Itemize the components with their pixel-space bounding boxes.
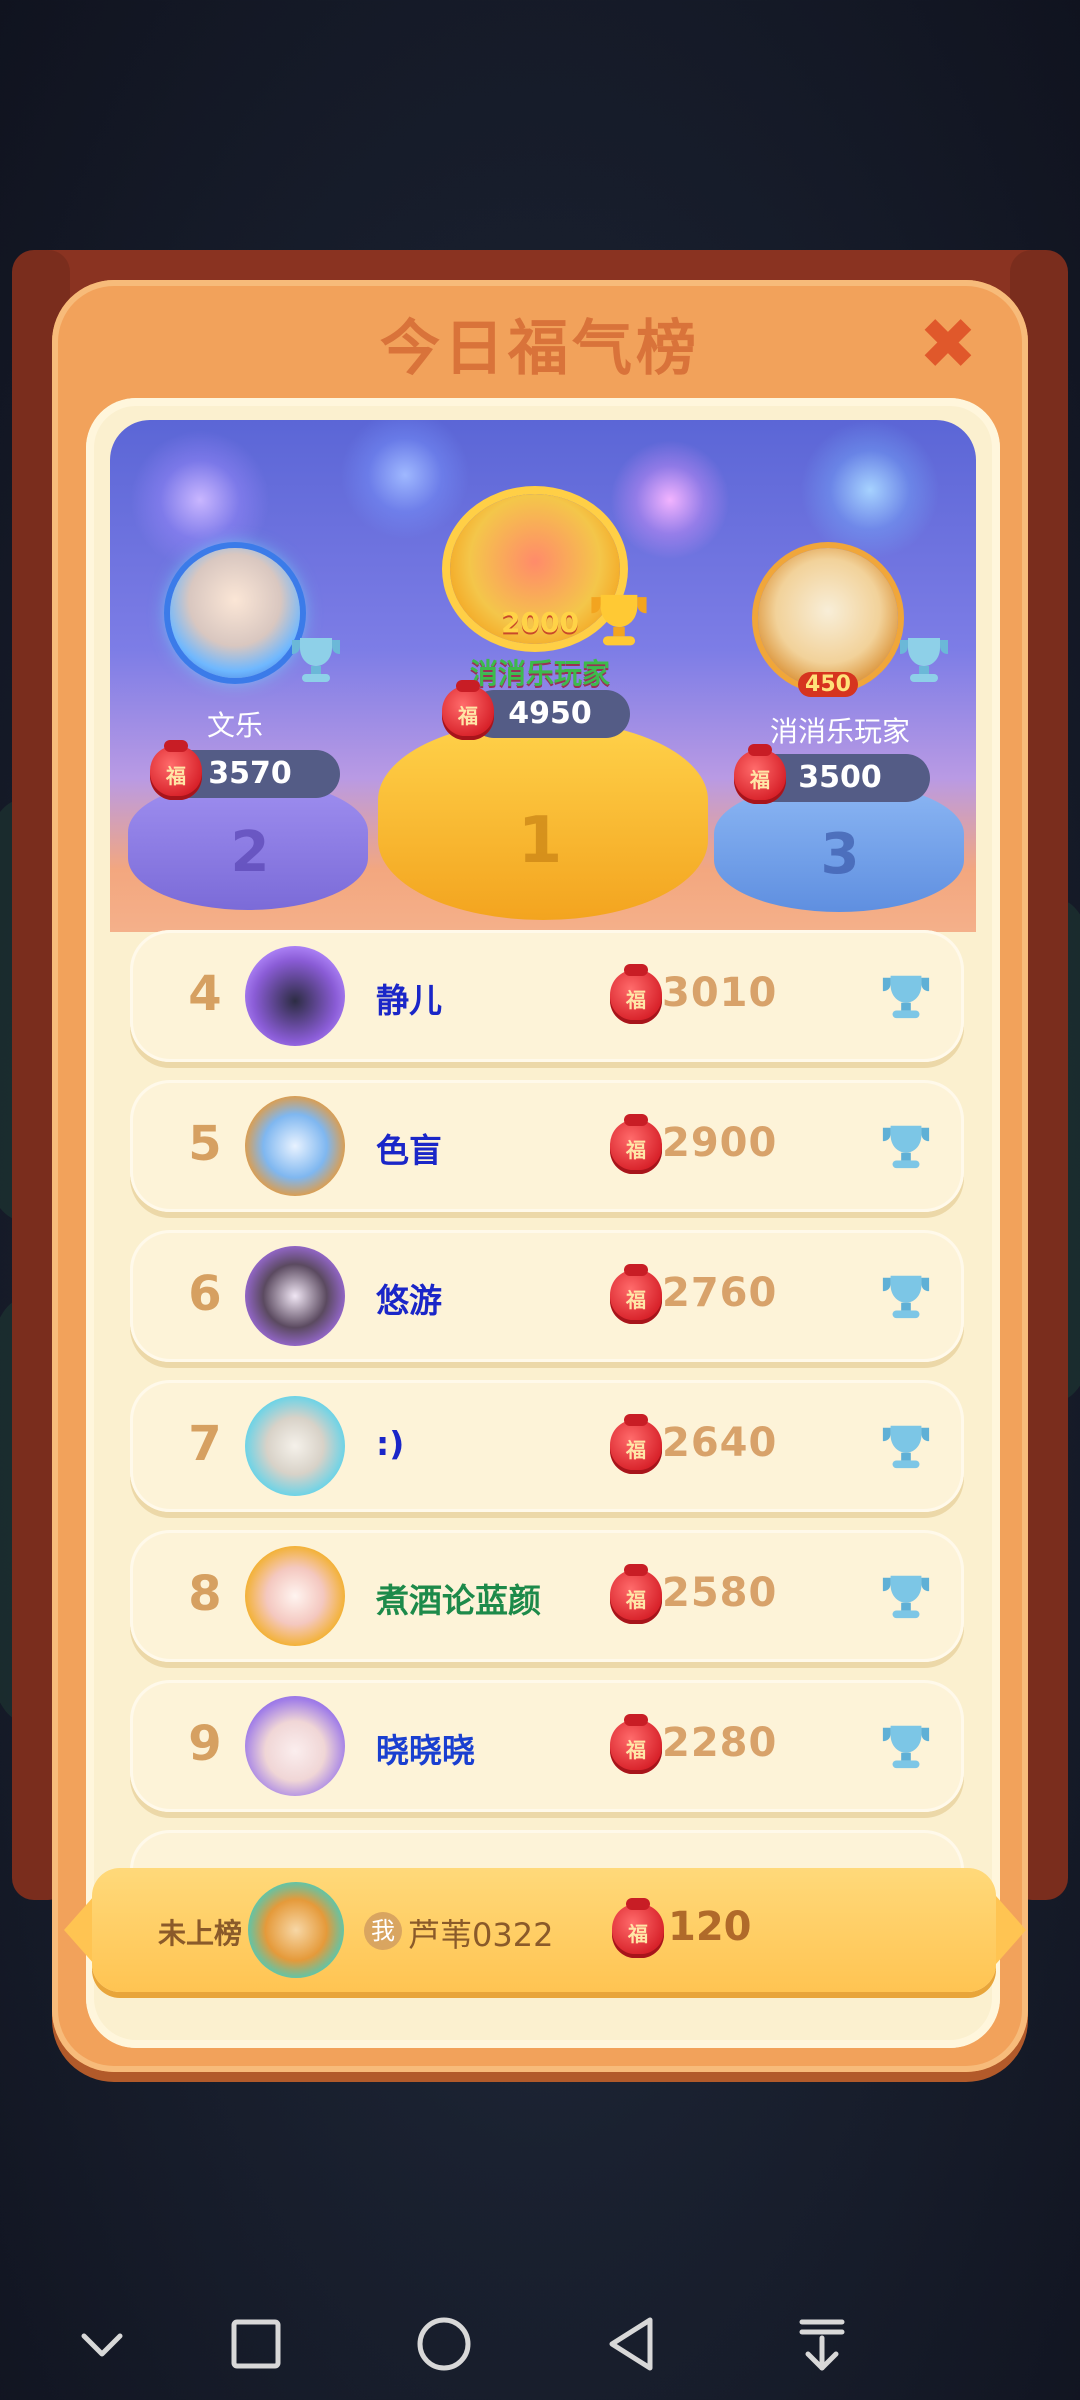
row-rank: 9 [188, 1716, 222, 1772]
row-rank: 7 [188, 1416, 222, 1472]
row-avatar[interactable] [245, 1396, 345, 1496]
fu-bag-icon: 福 [610, 1564, 662, 1624]
my-name: 芦苇0322 [408, 1916, 554, 1954]
row-name: 晓晓晓 [376, 1731, 475, 1770]
pedestal-first-number: 1 [517, 804, 563, 878]
leaderboard-row[interactable]: 9 晓晓晓 福 2280 [130, 1680, 964, 1812]
row-score: 3010 [662, 970, 778, 1016]
firework-decoration [610, 440, 730, 560]
row-rank: 6 [188, 1266, 222, 1322]
square-icon[interactable] [224, 2312, 288, 2376]
firework-decoration [800, 420, 940, 560]
chevron-down-icon[interactable] [70, 2312, 134, 2376]
row-avatar[interactable] [245, 1096, 345, 1196]
podium-score-third: 3500 [798, 760, 882, 795]
trophy-icon [591, 594, 647, 646]
my-rank-bar-right-arrow [996, 1896, 1026, 1964]
fu-bag-icon: 福 [610, 1264, 662, 1324]
podium-stage: 2 1 3 文乐 3570 福 2000 消消乐玩家 4950 福 450 消消… [110, 420, 976, 932]
fu-bag-icon: 福 [610, 1414, 662, 1474]
row-rank: 5 [188, 1116, 222, 1172]
fu-bag-icon: 福 [610, 1714, 662, 1774]
leaderboard-row[interactable]: 7 :) 福 2640 [130, 1380, 964, 1512]
my-score: 120 [668, 1904, 752, 1950]
trophy-icon [882, 1425, 930, 1469]
row-score: 2640 [662, 1420, 778, 1466]
fu-bag-icon: 福 [612, 1898, 664, 1958]
firework-decoration [340, 420, 470, 540]
fu-bag-icon: 福 [734, 744, 786, 804]
row-score: 2280 [662, 1720, 778, 1766]
row-name: 煮酒论蓝颜 [376, 1581, 541, 1620]
row-avatar[interactable] [245, 1696, 345, 1796]
avatar-second[interactable] [170, 548, 300, 678]
leaderboard-row[interactable]: 6 悠游 福 2760 [130, 1230, 964, 1362]
trophy-icon [882, 1725, 930, 1769]
my-rank-status: 未上榜 [158, 1917, 243, 1950]
podium-name-third: 消消乐玩家 [769, 715, 910, 748]
my-rank-bar-left-arrow [64, 1896, 94, 1964]
row-name: 色盲 [376, 1131, 442, 1170]
leaderboard-row[interactable]: 8 煮酒论蓝颜 福 2580 [130, 1530, 964, 1662]
download-icon[interactable] [790, 2312, 854, 2376]
my-avatar[interactable] [248, 1882, 344, 1978]
trophy-icon [882, 1575, 930, 1619]
avatar-third-badge: 450 [798, 672, 858, 697]
row-rank: 4 [188, 966, 222, 1022]
back-triangle-icon[interactable] [600, 2312, 664, 2376]
leaderboard-row[interactable]: 4 静儿 福 3010 [130, 930, 964, 1062]
podium-score-first: 4950 [508, 696, 592, 731]
system-navigation-bar [0, 2280, 1080, 2400]
circle-home-icon[interactable] [412, 2312, 476, 2376]
pedestal-second-number: 2 [230, 820, 270, 885]
fu-bag-icon: 福 [442, 680, 494, 740]
row-name: 静儿 [376, 981, 442, 1020]
pedestal-third-number: 3 [820, 822, 860, 887]
trophy-icon [882, 1125, 930, 1169]
row-avatar[interactable] [245, 1246, 345, 1346]
close-button[interactable]: ✖ [912, 308, 984, 380]
row-rank: 8 [188, 1566, 222, 1622]
fu-bag-icon: 福 [610, 964, 662, 1024]
row-name: :) [376, 1424, 405, 1463]
row-score: 2760 [662, 1270, 778, 1316]
avatar-third[interactable] [758, 548, 898, 688]
row-avatar[interactable] [245, 1546, 345, 1646]
trophy-icon [292, 638, 340, 682]
row-score: 2900 [662, 1120, 778, 1166]
my-rank-bar[interactable]: 未上榜 我 芦苇0322 福 120 [92, 1868, 996, 1992]
row-avatar[interactable] [245, 946, 345, 1046]
fu-bag-icon: 福 [610, 1114, 662, 1174]
leaderboard-row[interactable]: 5 色盲 福 2900 [130, 1080, 964, 1212]
podium-score-pill-first: 4950 [470, 690, 630, 738]
trophy-icon [882, 975, 930, 1019]
fu-bag-icon: 福 [150, 740, 202, 800]
trophy-icon [882, 1275, 930, 1319]
podium-name-second: 文乐 [206, 709, 263, 742]
row-score: 2580 [662, 1570, 778, 1616]
podium-score-second: 3570 [208, 756, 292, 791]
avatar-first-badge: 2000 [501, 606, 579, 639]
trophy-icon [900, 638, 948, 682]
row-name: 悠游 [376, 1281, 442, 1320]
me-tag-badge: 我 [364, 1912, 402, 1950]
